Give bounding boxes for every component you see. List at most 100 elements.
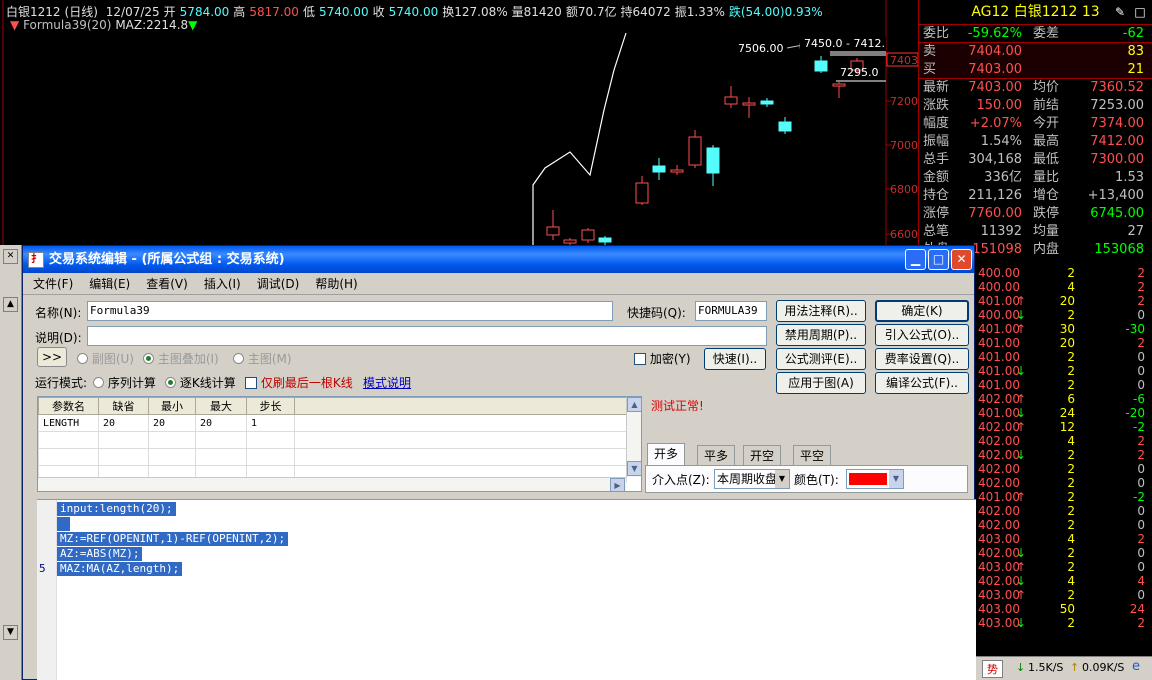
tick-volume: 2 [1067,476,1075,490]
apply-to-chart-button[interactable]: 应用于图(A) [776,372,866,394]
code-line[interactable]: MZ:=REF(OPENINT,1)-REF(OPENINT,2); [57,532,289,546]
param-cell-max[interactable]: 20 [195,414,247,432]
param-row-empty[interactable] [38,431,627,449]
shortcut-input[interactable]: FORMULA39 [695,301,767,321]
trend-tab[interactable]: 势 [982,660,1003,678]
kline-chart[interactable]: 7200 7000 6800 6600 7403 7506.00 7450.0 - 7412… [0,0,918,245]
code-line[interactable]: input:length(20); [57,502,176,516]
tick-change: 2 [1137,266,1145,280]
formula-evaluate-button[interactable]: 公式测评(E).. [776,348,866,370]
tick-row: 403.00 50 24 [976,602,1152,616]
quote-value-2: 7253.00 [1090,98,1144,113]
disable-period-button[interactable]: 禁用周期(P).. [776,324,866,346]
param-scroll-down-icon[interactable]: ▼ [627,461,641,476]
main-chart-radio[interactable] [233,353,244,364]
refresh-last-checkbox[interactable] [245,377,257,389]
kline-calc-label: 逐K线计算 [179,376,236,390]
menu-debug[interactable]: 调试(D) [247,273,306,295]
menu-view[interactable]: 查看(V) [136,273,194,295]
main-chart-option[interactable]: 主图(M) [233,350,292,367]
ok-button[interactable]: 确定(K) [875,300,969,322]
refresh-last-option[interactable]: 仅刷最后一根K线 [245,374,353,391]
tab-open-short[interactable]: 开空 [743,445,782,465]
encrypt-checkbox[interactable] [634,353,646,365]
minimize-icon[interactable]: ▁ [905,249,926,270]
dialog-title-bar[interactable]: 扌 交易系统编辑 - (所属公式组 : 交易系统) ▁ □ ✕ [23,246,974,273]
code-line[interactable]: MAZ:MA(AZ,length); [57,562,183,576]
quote-value-2: 83 [1127,44,1144,59]
param-cell-min[interactable]: 20 [148,414,196,432]
maximize-icon[interactable]: □ [928,249,949,270]
strip-scroll-up-icon[interactable]: ▲ [3,297,18,312]
tab-open-long[interactable]: 开多 [647,443,686,465]
code-editor[interactable]: 5 input:length(20); MZ:=REF(OPENINT,1)-R… [37,499,976,680]
quote-value-2: 7374.00 [1090,116,1144,131]
sequence-calc-radio[interactable] [93,377,104,388]
pen-tool-icon[interactable]: ✎ [1112,4,1128,20]
tick-change: -20 [1125,406,1145,420]
panel-close-icon[interactable]: □ [1132,4,1148,20]
color-select[interactable]: ▼ [846,469,904,489]
parameter-grid[interactable]: 参数名 缺省 最小 最大 步长 LENGTH 20 20 20 1 ▲ ▼ ▶ [37,396,642,492]
menu-file[interactable]: 文件(F) [23,273,79,295]
color-dropdown-icon[interactable]: ▼ [889,470,903,488]
usage-note-button[interactable]: 用法注释(R).. [776,300,866,322]
quote-value-2: +13,400 [1087,188,1144,203]
volume-value: 量81420 [511,5,562,19]
quote-key: 涨跌 [923,98,950,113]
entry-point-dropdown-icon[interactable]: ▼ [775,470,789,488]
entry-point-select[interactable]: 本周期收盘 ▼ [714,469,790,489]
param-row-empty[interactable] [38,448,627,466]
tick-change: 0 [1137,546,1145,560]
quote-value: +2.07% [969,116,1022,131]
tab-close-short[interactable]: 平空 [793,445,832,465]
browser-icon[interactable]: e [1132,659,1140,674]
param-scroll-up-icon[interactable]: ▲ [627,397,641,412]
main-overlay-option[interactable]: 主图叠加(I) [143,350,219,367]
code-line[interactable]: AZ:=ABS(MZ); [57,547,143,561]
fee-settings-button[interactable]: 费率设置(Q).. [875,348,969,370]
price-axis-label: 7000 [890,139,918,152]
tick-list[interactable]: 400.00 2 2 400.00 4 2 401.00 ↑ 20 2 400.00 ↓ 2 0 401.0… [976,266,1152,630]
sub-chart-option[interactable]: 副图(U) [77,350,134,367]
app-root: 7200 7000 6800 6600 7403 7506.00 7450.0 - 7412… [0,0,1152,680]
menu-help[interactable]: 帮助(H) [305,273,363,295]
param-scroll-right-icon[interactable]: ▶ [610,478,625,491]
quote-value: 7403.00 [968,80,1022,95]
tick-direction-icon: ↑ [1016,392,1027,406]
tick-change: -2 [1133,490,1145,504]
param-row[interactable]: LENGTH 20 20 20 1 [38,414,627,432]
param-cell-step[interactable]: 1 [246,414,295,432]
download-icon: ↓ [1016,661,1026,674]
test-status-text: 测试正常! [651,399,704,413]
param-horizontal-scrollbar[interactable]: ▶ [38,477,626,491]
sequence-calc-option[interactable]: 序列计算 [93,374,156,391]
menu-insert[interactable]: 插入(I) [194,273,247,295]
description-input[interactable] [87,326,767,346]
mode-help-link[interactable]: 模式说明 [363,374,411,391]
code-line[interactable] [57,517,70,531]
param-cell-name[interactable]: LENGTH [38,414,99,432]
expand-button[interactable]: >> [37,347,67,367]
compile-formula-button[interactable]: 编译公式(F).. [875,372,969,394]
strip-close-icon[interactable]: ✕ [3,249,18,264]
color-label: 颜色(T): [794,473,839,487]
param-col-empty [294,397,627,415]
param-vertical-scrollbar[interactable]: ▲ ▼ [626,397,641,477]
param-cell-default[interactable]: 20 [98,414,149,432]
import-formula-button[interactable]: 引入公式(O).. [875,324,969,346]
tick-volume: 2 [1067,616,1075,630]
quick-button[interactable]: 快速(I).. [704,348,766,370]
strip-scroll-down-icon[interactable]: ▼ [3,625,18,640]
menu-edit[interactable]: 编辑(E) [79,273,136,295]
quote-key: 涨停 [923,206,950,221]
tab-close-long[interactable]: 平多 [697,445,736,465]
encrypt-option[interactable]: 加密(Y) [634,350,691,367]
name-input[interactable]: Formula39 [87,301,613,321]
tick-row: 402.00 2 0 [976,476,1152,490]
close-icon[interactable]: ✕ [951,249,972,270]
kline-calc-option[interactable]: 逐K线计算 [165,374,236,391]
sub-chart-radio[interactable] [77,353,88,364]
kline-calc-radio[interactable] [165,377,176,388]
main-overlay-radio[interactable] [143,353,154,364]
